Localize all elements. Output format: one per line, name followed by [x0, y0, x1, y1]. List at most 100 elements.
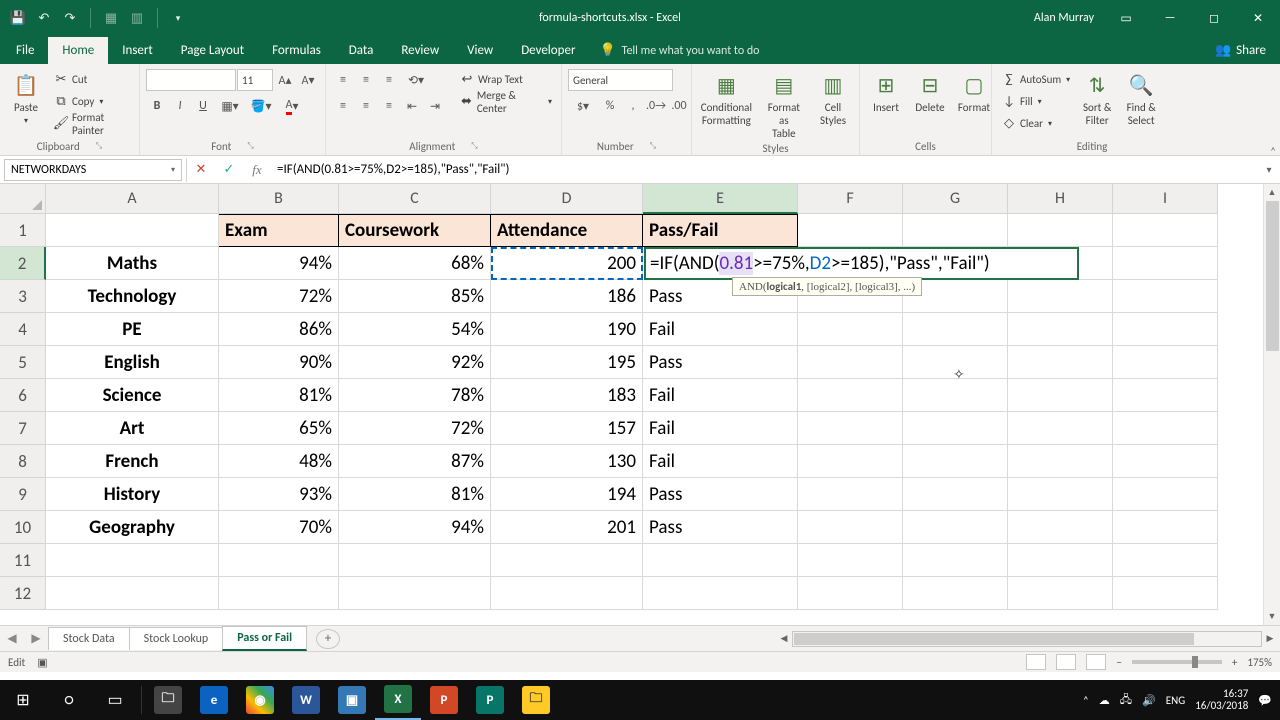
expand-formula-bar-icon[interactable]: ▾: [1258, 163, 1280, 176]
wrap-text-button[interactable]: ↩Wrap Text: [456, 69, 555, 90]
taskbar-word-icon[interactable]: W: [283, 680, 329, 720]
cell-c10[interactable]: 94%: [339, 511, 491, 544]
font-size-input[interactable]: [237, 69, 273, 91]
percent-format-icon[interactable]: %: [599, 95, 621, 117]
cell-d3[interactable]: 186: [491, 280, 643, 313]
decrease-font-icon[interactable]: A▾: [297, 69, 319, 91]
macro-record-icon[interactable]: ▣: [37, 656, 47, 669]
sheet-tab-pass-fail[interactable]: Pass or Fail: [222, 626, 307, 651]
cells-area[interactable]: Exam Coursework Attendance Pass/Fail Mat…: [46, 214, 1218, 610]
cut-button[interactable]: ✂Cut: [50, 69, 133, 90]
row-header-6[interactable]: 6: [0, 379, 46, 412]
increase-font-icon[interactable]: A▴: [274, 69, 296, 91]
tab-data[interactable]: Data: [335, 37, 388, 64]
cell-e7[interactable]: Fail: [643, 412, 798, 445]
cell-h1[interactable]: [1008, 214, 1113, 247]
row-header-10[interactable]: 10: [0, 511, 46, 544]
sheet-tab-stock-lookup[interactable]: Stock Lookup: [129, 627, 224, 650]
format-as-table-button[interactable]: ▤Format as Table: [759, 69, 809, 142]
function-tooltip[interactable]: AND(logical1, [logical2], [logical3], ..…: [732, 277, 922, 296]
cell-a8[interactable]: French: [46, 445, 219, 478]
cell-e4[interactable]: Fail: [643, 313, 798, 346]
cell-blank-12[interactable]: [491, 577, 643, 610]
horizontal-scrollbar[interactable]: ◀ ▶: [792, 631, 1262, 647]
scroll-left-icon[interactable]: ◀: [776, 632, 792, 646]
tab-page-layout[interactable]: Page Layout: [167, 37, 258, 64]
row-headers[interactable]: 1 2 3 4 5 6 7 8 9 10 11 12: [0, 214, 46, 610]
cell-blank-11[interactable]: [339, 544, 491, 577]
cell-b5[interactable]: 90%: [219, 346, 339, 379]
cell-b7[interactable]: 65%: [219, 412, 339, 445]
tab-home[interactable]: Home: [48, 37, 108, 64]
cell-blank[interactable]: [903, 412, 1008, 445]
qat-customize-icon[interactable]: ▾: [168, 8, 188, 28]
vertical-scrollbar[interactable]: ▲ ▼: [1263, 184, 1280, 625]
column-headers[interactable]: A B C D E F G H I: [46, 184, 1218, 214]
row-header-3[interactable]: 3: [0, 280, 46, 313]
sheet-nav-next-icon[interactable]: ▶: [24, 631, 48, 646]
increase-decimal-icon[interactable]: .0→: [645, 95, 667, 117]
row-header-2[interactable]: 2: [0, 247, 46, 280]
align-right-icon[interactable]: ≡: [378, 95, 400, 117]
cell-blank[interactable]: [1008, 346, 1113, 379]
cell-c9[interactable]: 81%: [339, 478, 491, 511]
clear-button[interactable]: ◇Clear▾: [998, 113, 1073, 134]
number-format-input[interactable]: [568, 69, 673, 91]
cell-blank[interactable]: [1113, 247, 1218, 280]
tab-developer[interactable]: Developer: [507, 37, 589, 64]
cell-blank-11[interactable]: [643, 544, 798, 577]
row-header-5[interactable]: 5: [0, 346, 46, 379]
cell-blank[interactable]: [798, 412, 903, 445]
insert-function-button[interactable]: fx: [243, 156, 271, 184]
redo-icon[interactable]: ↷: [60, 8, 80, 28]
cell-d5[interactable]: 195: [491, 346, 643, 379]
qat-icon-2[interactable]: ▥: [127, 8, 147, 28]
cell-d4[interactable]: 190: [491, 313, 643, 346]
cell-d8[interactable]: 130: [491, 445, 643, 478]
cell-a10[interactable]: Geography: [46, 511, 219, 544]
cell-blank-11[interactable]: [46, 544, 219, 577]
font-name-input[interactable]: [146, 69, 236, 91]
orientation-icon[interactable]: ⟲▾: [401, 69, 431, 91]
cell-c1[interactable]: Coursework: [339, 214, 491, 247]
align-bottom-icon[interactable]: ≡: [378, 69, 400, 91]
cell-blank[interactable]: [1008, 313, 1113, 346]
scroll-up-icon[interactable]: ▲: [1264, 184, 1280, 201]
cell-blank[interactable]: [798, 445, 903, 478]
cell-blank-12[interactable]: [1113, 577, 1218, 610]
cell-b10[interactable]: 70%: [219, 511, 339, 544]
cell-blank-11[interactable]: [1008, 544, 1113, 577]
cell-blank[interactable]: [1113, 346, 1218, 379]
cell-blank[interactable]: [1113, 280, 1218, 313]
cell-b6[interactable]: 81%: [219, 379, 339, 412]
col-header-d[interactable]: D: [491, 184, 643, 214]
select-all-button[interactable]: [0, 184, 46, 214]
zoom-value[interactable]: 175%: [1247, 656, 1272, 669]
comma-format-icon[interactable]: ,: [622, 95, 644, 117]
tray-volume-icon[interactable]: 🔊: [1142, 694, 1156, 707]
tab-view[interactable]: View: [453, 37, 507, 64]
cell-b2[interactable]: 94%: [219, 247, 339, 280]
row-header-11[interactable]: 11: [0, 544, 46, 577]
cell-blank[interactable]: [1113, 445, 1218, 478]
cell-c6[interactable]: 78%: [339, 379, 491, 412]
cell-d7[interactable]: 157: [491, 412, 643, 445]
cell-blank-12[interactable]: [798, 577, 903, 610]
autosum-button[interactable]: ∑AutoSum▾: [998, 69, 1073, 90]
cell-c5[interactable]: 92%: [339, 346, 491, 379]
cell-a9[interactable]: History: [46, 478, 219, 511]
start-button[interactable]: ⊞: [0, 680, 46, 720]
cell-d10[interactable]: 201: [491, 511, 643, 544]
cell-blank-11[interactable]: [491, 544, 643, 577]
new-sheet-button[interactable]: +: [316, 629, 340, 649]
increase-indent-icon[interactable]: ⇥: [424, 95, 446, 117]
cell-blank[interactable]: [1113, 379, 1218, 412]
decrease-indent-icon[interactable]: ⇤: [401, 95, 423, 117]
col-header-i[interactable]: I: [1113, 184, 1218, 214]
cell-i1[interactable]: [1113, 214, 1218, 247]
cell-a7[interactable]: Art: [46, 412, 219, 445]
cell-blank[interactable]: [1113, 313, 1218, 346]
cell-c8[interactable]: 87%: [339, 445, 491, 478]
taskbar-chrome-icon[interactable]: ◉: [237, 680, 283, 720]
cell-edit-e2[interactable]: =IF(AND(0.81>=75%,D2>=185),"Pass","Fail"…: [644, 247, 1079, 280]
